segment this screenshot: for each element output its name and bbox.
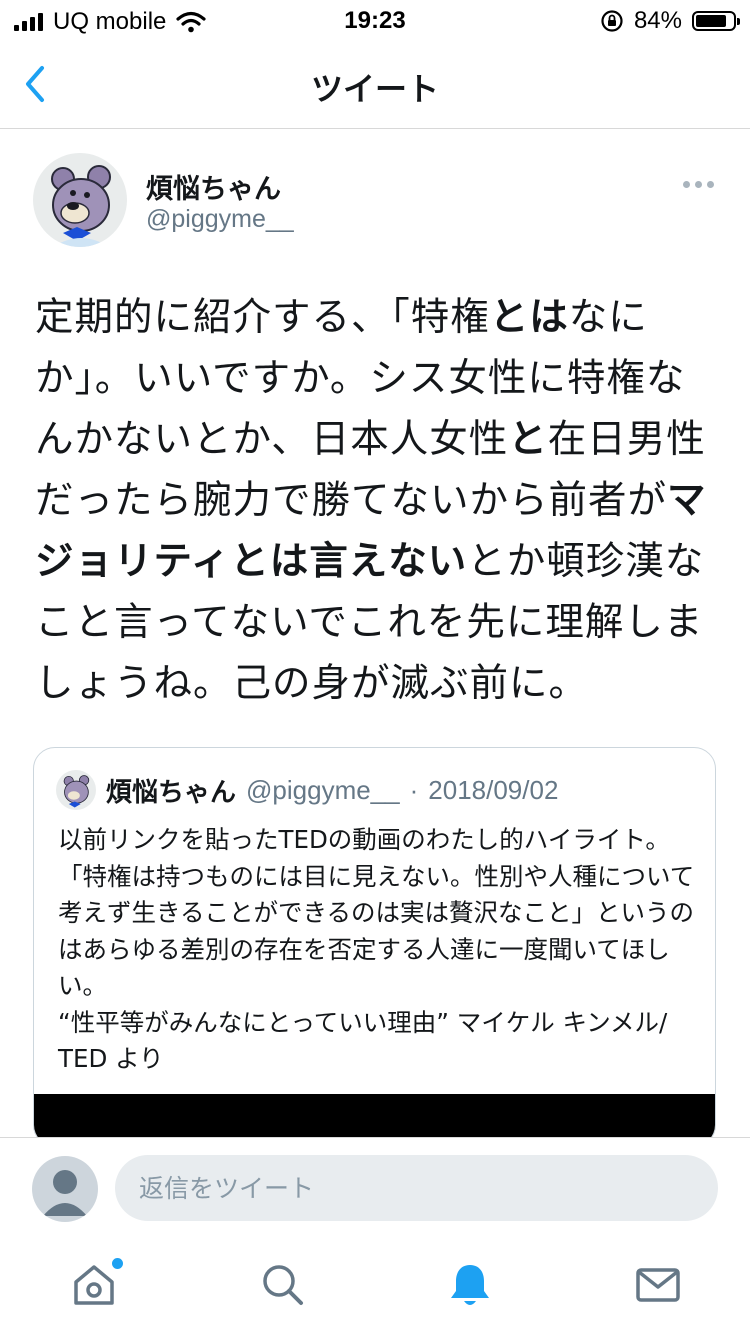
quoted-author-handle: @piggyme__ [246,774,400,805]
battery-icon [692,11,740,31]
status-right: 84% [600,7,740,35]
quoted-date: 2018/09/02 [428,774,559,805]
nav-bar: ツイート [0,40,750,129]
dot-icon [695,181,702,188]
quoted-tweet-header: 煩悩ちゃん @piggyme__ · 2018/09/02 [56,770,558,810]
more-options-button[interactable] [683,181,714,188]
notification-dot [110,1256,125,1271]
quoted-author-avatar [56,770,96,810]
tab-home[interactable] [68,1256,125,1311]
dot-icon [707,181,714,188]
reply-bar [0,1137,750,1238]
author-handle[interactable]: @piggyme__ [146,205,294,234]
quoted-author-name: 煩悩ちゃん [106,777,237,808]
battery-fill [696,15,727,27]
tab-search[interactable] [256,1259,308,1311]
rotation-lock-icon [601,10,623,32]
author-avatar[interactable] [33,153,127,247]
tab-messages[interactable] [632,1259,684,1311]
bear-avatar-image [33,153,127,247]
quoted-tweet-text: 以前リンクを貼ったTEDの動画のわたし的ハイライト。「特権は持つものには目に見え… [58,825,695,1073]
quoted-separator: · [409,774,419,805]
tweet-segment-bold: と [508,417,548,462]
bear-avatar-image [56,770,96,810]
tab-bar [0,1237,750,1334]
status-bar: UQ mobile 19:23 84% [0,0,750,40]
mail-icon [636,1268,680,1302]
tweet-segment-bold: とは [489,295,569,340]
page-title: ツイート [310,70,439,108]
user-avatar[interactable] [32,1156,98,1222]
reply-input[interactable] [115,1155,718,1221]
battery-percent: 84% [633,7,682,34]
tab-notifications[interactable] [444,1259,496,1311]
tweet-text: 定期的に紹介する、「特権とはなにか」。いいですか。シス女性に特権なんかないとか、… [35,287,715,714]
bell-icon [451,1265,489,1305]
default-avatar-icon [43,1170,87,1216]
search-icon [263,1265,303,1305]
author-name[interactable]: 煩悩ちゃん [146,167,281,206]
tweet-segment: 定期的に紹介する、「特権 [35,295,490,340]
quoted-tweet-card[interactable]: 煩悩ちゃん @piggyme__ · 2018/09/02 以前リンクを貼ったT… [33,747,716,1147]
dot-icon [683,181,690,188]
